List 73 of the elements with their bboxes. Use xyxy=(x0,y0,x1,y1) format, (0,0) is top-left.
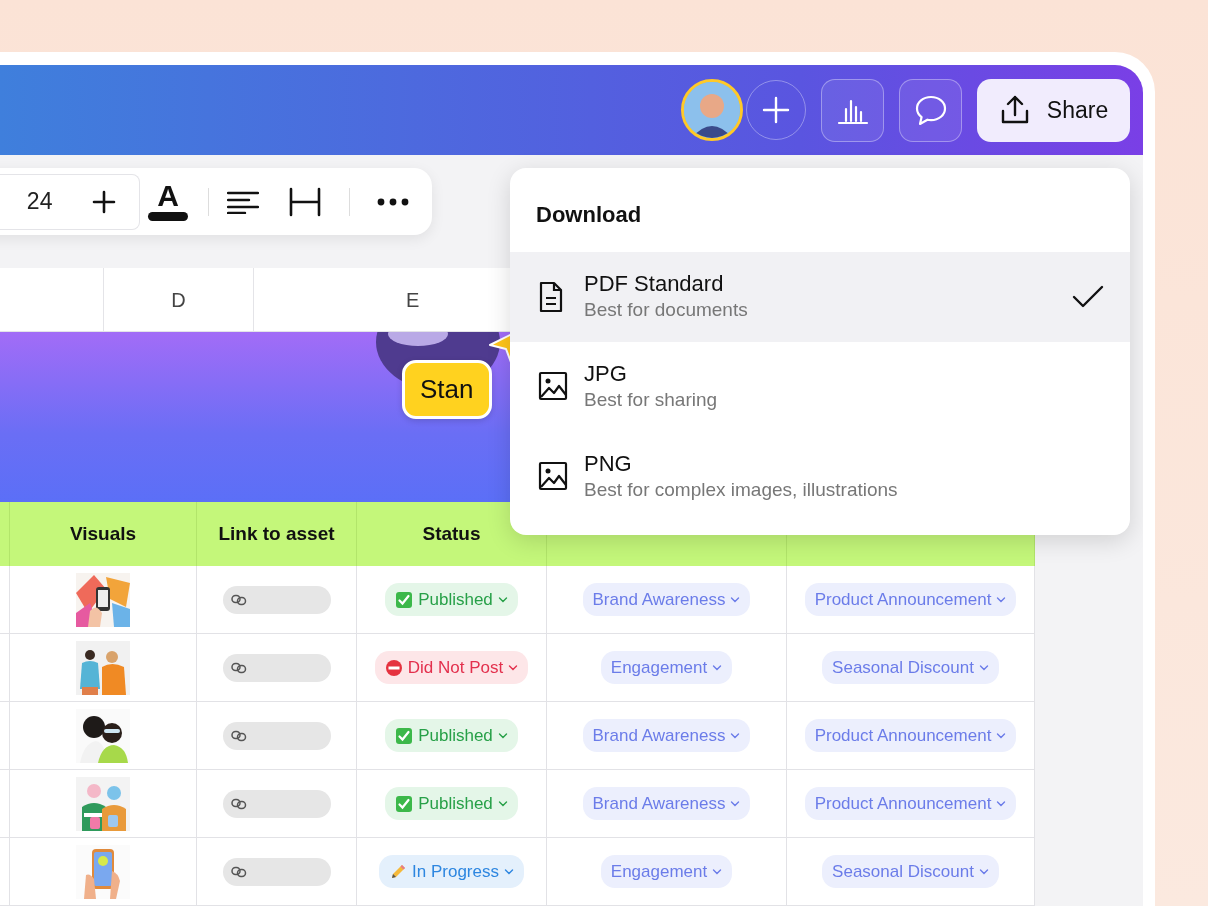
column-header[interactable]: D xyxy=(104,268,254,331)
theme-tag[interactable]: Engagement xyxy=(600,854,733,889)
chevron-icon xyxy=(996,799,1007,808)
insights-button[interactable] xyxy=(821,78,884,142)
status-tag[interactable]: Published xyxy=(385,786,518,821)
menu-title: Download xyxy=(536,202,642,227)
link-icon xyxy=(230,729,247,742)
status-tag[interactable]: Published xyxy=(385,718,518,753)
chevron-icon xyxy=(497,799,508,808)
option-description: Best for sharing xyxy=(584,387,719,412)
chevron-icon xyxy=(503,867,514,876)
link-field[interactable] xyxy=(222,585,331,614)
chevron-icon xyxy=(730,731,741,740)
chevron-icon xyxy=(730,799,741,808)
option-description: Best for complex images, illustrations xyxy=(584,477,899,502)
link-icon xyxy=(230,797,247,810)
chevron-icon xyxy=(712,867,723,876)
theme-tag[interactable]: Brand Awareness xyxy=(582,582,751,617)
check-icon xyxy=(1072,284,1104,310)
chevron-icon xyxy=(996,595,1007,604)
objective-tag[interactable]: Product Announcement xyxy=(804,718,1017,753)
comment-icon xyxy=(913,94,948,126)
check-square-icon xyxy=(395,794,414,813)
chevron-icon xyxy=(497,731,508,740)
check-square-icon xyxy=(395,590,414,609)
column-header: Link to asset xyxy=(197,502,357,566)
theme-tag[interactable]: Engagement xyxy=(600,650,733,685)
column-header: Visuals xyxy=(10,502,197,566)
more-icon xyxy=(376,196,410,207)
text-color-button[interactable]: A xyxy=(140,182,196,221)
status-tag[interactable]: Did Not Post xyxy=(374,650,529,685)
spacing-icon xyxy=(289,186,321,217)
link-field[interactable] xyxy=(222,789,331,818)
chevron-icon xyxy=(497,595,508,604)
chevron-icon xyxy=(730,595,741,604)
link-icon xyxy=(230,593,247,606)
comment-button[interactable] xyxy=(899,78,962,142)
chevron-icon xyxy=(712,663,723,672)
theme-tag[interactable]: Brand Awareness xyxy=(582,718,751,753)
status-tag[interactable]: Published xyxy=(385,582,518,617)
link-field[interactable] xyxy=(222,857,331,886)
link-field[interactable] xyxy=(222,721,331,750)
option-label: PDF Standard xyxy=(584,271,725,298)
chevron-icon xyxy=(508,663,519,672)
status-tag[interactable]: In Progress xyxy=(379,854,524,889)
align-left-icon xyxy=(227,189,259,214)
link-icon xyxy=(230,661,247,674)
chevron-icon xyxy=(978,663,989,672)
collaborator-label: Stan xyxy=(402,360,492,419)
objective-tag[interactable]: Product Announcement xyxy=(804,582,1017,617)
objective-tag[interactable]: Product Announcement xyxy=(804,786,1017,821)
image-icon xyxy=(538,461,568,493)
link-field[interactable] xyxy=(222,653,331,682)
no-entry-icon xyxy=(384,658,403,677)
column-header xyxy=(0,502,10,566)
check-square-icon xyxy=(395,726,414,745)
pencil-icon xyxy=(389,862,408,881)
menu-option[interactable]: JPG Best for sharing xyxy=(510,342,1130,432)
menu-option[interactable]: PDF Standard Best for documents xyxy=(510,252,1130,342)
option-label: JPG xyxy=(584,361,628,388)
plus-icon xyxy=(92,189,117,214)
plus-icon xyxy=(761,95,791,125)
font-size-value[interactable]: 24 xyxy=(26,184,53,219)
image-icon xyxy=(538,371,568,403)
chevron-icon xyxy=(978,867,989,876)
objective-tag[interactable]: Seasonal Discount xyxy=(822,650,999,685)
option-description: Best for documents xyxy=(584,297,749,322)
theme-tag[interactable]: Brand Awareness xyxy=(582,786,751,821)
objective-tag[interactable]: Seasonal Discount xyxy=(822,854,999,889)
option-label: PNG xyxy=(584,451,633,478)
share-button[interactable]: Share xyxy=(977,78,1130,142)
chevron-icon xyxy=(996,731,1007,740)
link-icon xyxy=(230,865,247,878)
